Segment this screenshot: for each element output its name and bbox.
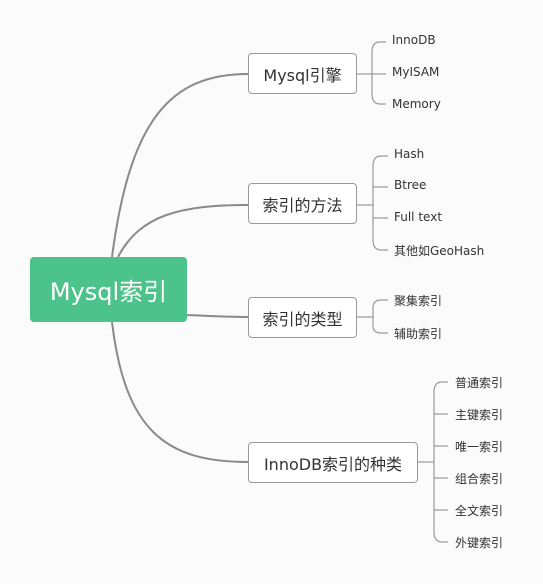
leaf-node[interactable]: InnoDB — [392, 33, 436, 47]
leaf-node[interactable]: 全文索引 — [455, 502, 503, 519]
root-label: Mysql索引 — [49, 278, 168, 306]
root-link-engine — [111, 73, 249, 258]
branch-label: Mysql引擎 — [263, 65, 342, 85]
leaf-node[interactable]: 普通索引 — [455, 374, 503, 391]
branch-label: InnoDB索引的种类 — [263, 454, 403, 474]
leaf-node[interactable]: 外键索引 — [455, 534, 503, 551]
branch-node-engine[interactable]: Mysql引擎 — [248, 53, 357, 94]
leaf-node[interactable]: Hash — [394, 147, 424, 161]
leaf-node[interactable]: 辅助索引 — [394, 325, 442, 342]
leaf-node[interactable]: 组合索引 — [455, 470, 503, 487]
root-link-innodb-kinds — [111, 321, 249, 463]
root-link-types — [186, 314, 249, 318]
leaf-node[interactable]: 聚集索引 — [394, 292, 442, 309]
branch-label: 索引的类型 — [262, 309, 343, 329]
leaf-node[interactable]: 主键索引 — [455, 406, 503, 423]
root-node[interactable]: Mysql索引 — [30, 257, 187, 322]
leaf-node[interactable]: 其他如GeoHash — [394, 242, 484, 259]
branch-node-innodb-kinds[interactable]: InnoDB索引的种类 — [248, 442, 418, 483]
leaf-node[interactable]: Full text — [394, 210, 442, 224]
leaf-node[interactable]: Memory — [392, 97, 441, 111]
leaf-node[interactable]: Btree — [394, 178, 426, 192]
root-link-methods — [117, 204, 249, 258]
branch-node-types[interactable]: 索引的类型 — [248, 297, 357, 338]
branch-label: 索引的方法 — [262, 195, 343, 215]
branch-node-methods[interactable]: 索引的方法 — [248, 183, 357, 224]
leaf-node[interactable]: MyISAM — [392, 65, 439, 79]
leaf-node[interactable]: 唯一索引 — [455, 438, 503, 455]
